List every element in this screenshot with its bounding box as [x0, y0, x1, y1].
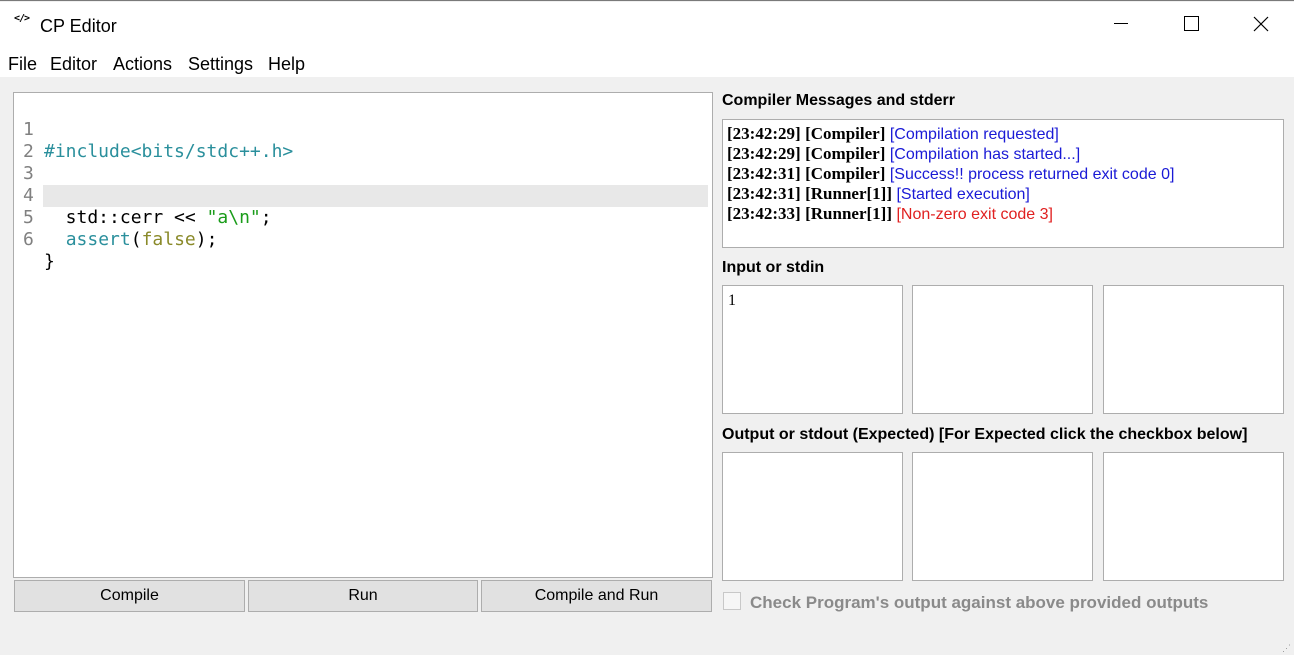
compile-and-run-button[interactable]: Compile and Run	[481, 580, 712, 612]
resize-grip-icon[interactable]: ⋰	[1282, 643, 1291, 654]
close-icon	[1253, 16, 1269, 31]
app-window: </> CP Editor File Editor Actions Settin…	[0, 0, 1294, 655]
code-line: 2	[14, 119, 712, 162]
minimize-icon	[1114, 23, 1128, 24]
menu-file[interactable]: File	[8, 54, 37, 75]
code-line: 5 assert(false);	[14, 185, 712, 250]
input-box-2[interactable]	[912, 285, 1093, 414]
input-label: Input or stdin	[722, 259, 825, 276]
message-line: [23:42:29] [Compiler] [Compilation has s…	[727, 144, 1081, 163]
output-box-2[interactable]	[912, 452, 1093, 581]
code-text: }	[44, 251, 55, 272]
message-line: [23:42:31] [Runner[1]] [Started executio…	[727, 184, 1030, 203]
maximize-icon	[1183, 16, 1199, 31]
compile-button[interactable]: Compile	[14, 580, 245, 612]
output-box-3[interactable]	[1103, 452, 1284, 581]
maximize-button[interactable]	[1168, 2, 1214, 45]
close-button[interactable]	[1238, 2, 1284, 45]
output-label: Output or stdout (Expected) [For Expecte…	[722, 426, 1248, 443]
menu-help[interactable]: Help	[268, 54, 305, 75]
check-output-label: Check Program's output against above pro…	[750, 593, 1209, 612]
message-line: [23:42:33] [Runner[1]] [Non-zero exit co…	[727, 204, 1053, 223]
menu-settings[interactable]: Settings	[188, 54, 253, 75]
menu-bar: File Editor Actions Settings Help	[0, 45, 1294, 77]
code-line: 3 main() {	[14, 141, 712, 206]
message-line: [23:42:31] [Compiler] [Success!! process…	[727, 164, 1175, 183]
window-title: CP Editor	[40, 16, 117, 36]
menu-actions[interactable]: Actions	[113, 54, 172, 75]
code-line: 1 #include<bits/stdc++.h>	[14, 97, 712, 162]
input-box-3[interactable]	[1103, 285, 1284, 414]
compiler-messages-box[interactable]: [23:42:29] [Compiler] [Compilation reque…	[722, 119, 1284, 248]
line-number: 6	[23, 229, 34, 250]
check-output-checkbox[interactable]	[723, 592, 741, 610]
code-editor[interactable]: 1 #include<bits/stdc++.h> 2 3 main() { 4…	[13, 92, 713, 578]
input-box-1[interactable]: 1	[722, 285, 903, 414]
code-line: 4 std::cerr << "a\n";	[14, 163, 712, 228]
output-box-1[interactable]	[722, 452, 903, 581]
message-line: [23:42:29] [Compiler] [Compilation reque…	[727, 124, 1059, 143]
run-button[interactable]: Run	[248, 580, 478, 612]
minimize-button[interactable]	[1098, 2, 1144, 45]
title-bar: </> CP Editor	[0, 2, 1294, 45]
compiler-messages-label: Compiler Messages and stderr	[722, 92, 955, 109]
menu-editor[interactable]: Editor	[50, 54, 97, 75]
code-line: 6 }	[14, 207, 712, 272]
code-icon: </>	[14, 13, 30, 24]
